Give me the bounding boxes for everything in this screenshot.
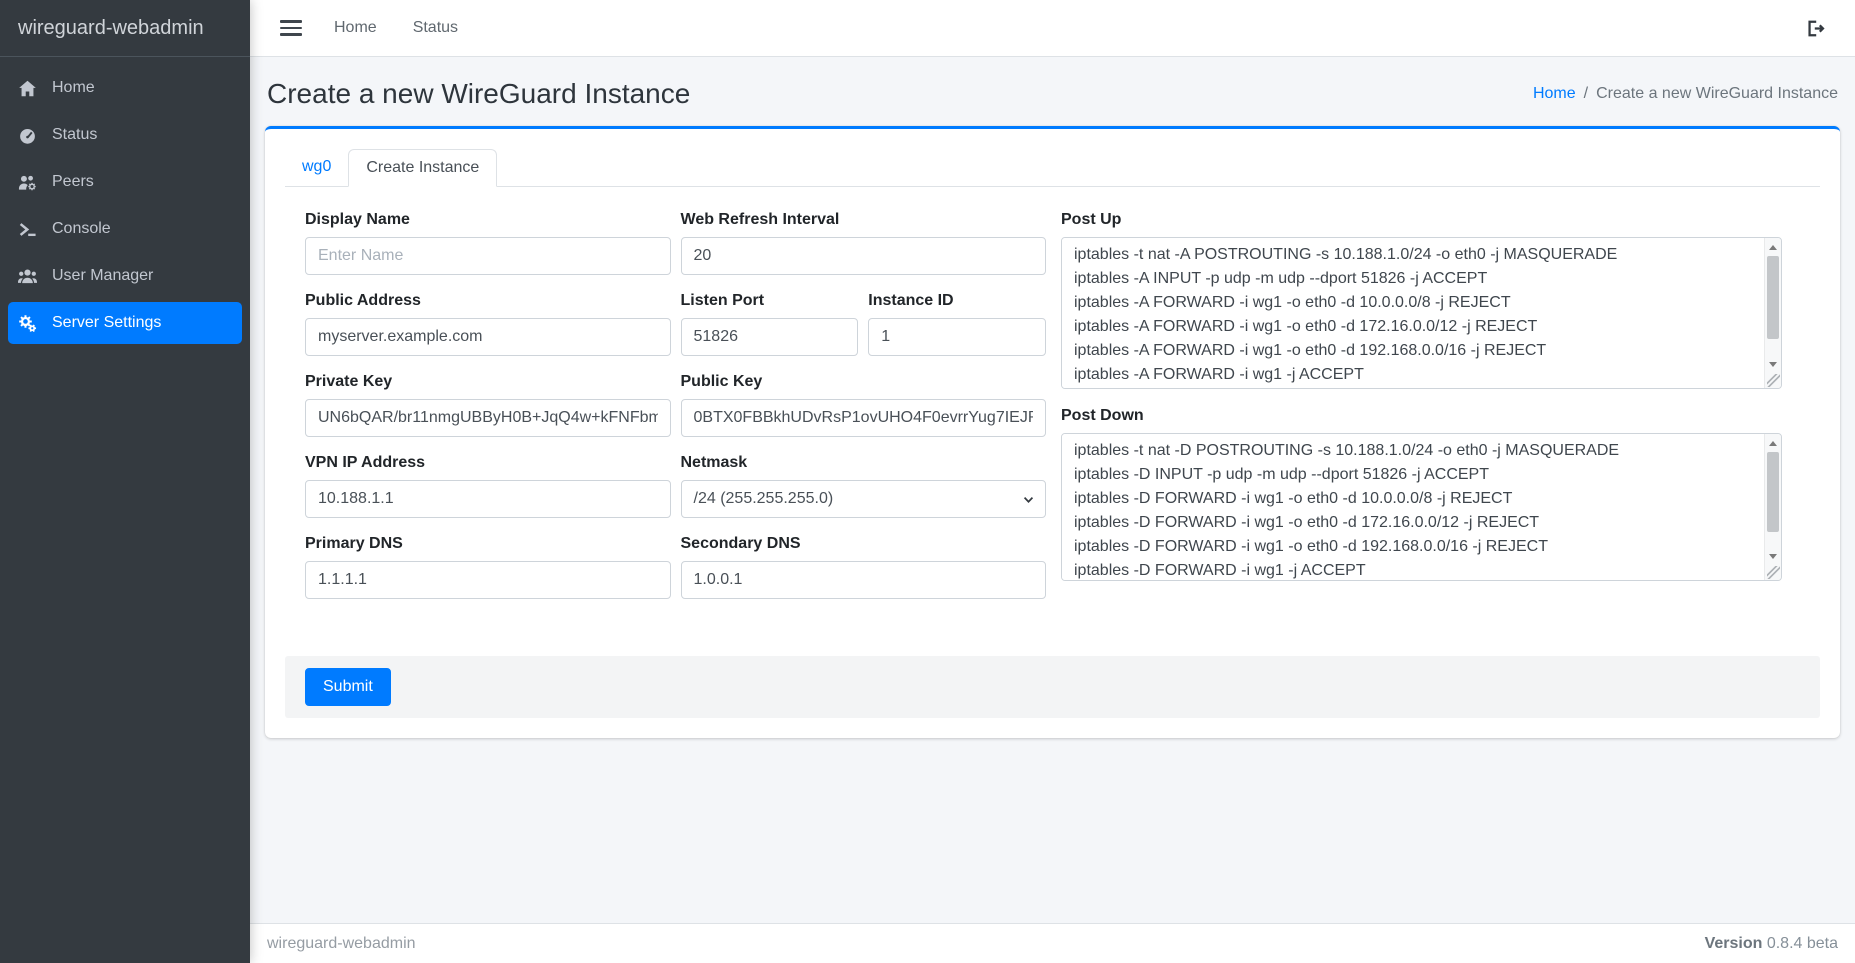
listen-port-field[interactable]: [681, 318, 859, 356]
content-area: Create a new WireGuard Instance Home / C…: [250, 57, 1855, 923]
scroll-up-arrow-icon[interactable]: [1765, 240, 1781, 255]
private-key-label: Private Key: [305, 373, 671, 391]
home-icon: [18, 79, 46, 98]
sidebar: wireguard-webadmin Home Status Peers Con…: [0, 0, 250, 963]
page-footer: wireguard-webadmin Version 0.8.4 beta: [250, 923, 1855, 963]
netmask-select[interactable]: /24 (255.255.255.0): [681, 480, 1047, 518]
breadcrumb-home-link[interactable]: Home: [1533, 85, 1576, 103]
sidebar-nav: Home Status Peers Console User Manager S…: [0, 57, 250, 354]
listen-port-label: Listen Port: [681, 292, 859, 310]
sidebar-item-server-settings[interactable]: Server Settings: [8, 302, 242, 344]
post-up-wrapper: iptables -t nat -A POSTROUTING -s 10.188…: [1061, 237, 1782, 389]
display-name-label: Display Name: [305, 211, 671, 229]
instance-card: wg0 Create Instance Display Name: [265, 126, 1840, 738]
primary-dns-label: Primary DNS: [305, 535, 671, 553]
post-down-textarea[interactable]: iptables -t nat -D POSTROUTING -s 10.188…: [1062, 434, 1763, 580]
sidebar-item-label: User Manager: [52, 267, 153, 285]
tab-create-instance[interactable]: Create Instance: [348, 149, 497, 187]
secondary-dns-field[interactable]: [681, 561, 1047, 599]
sidebar-item-label: Peers: [52, 173, 94, 191]
page-title: Create a new WireGuard Instance: [267, 78, 690, 110]
terminal-icon: [18, 220, 46, 239]
resize-handle[interactable]: [1767, 566, 1780, 579]
sidebar-item-label: Home: [52, 79, 95, 97]
instance-form: Display Name Web Refresh Interval: [285, 187, 1820, 616]
post-up-label: Post Up: [1061, 211, 1782, 229]
navbar-link-status[interactable]: Status: [399, 11, 472, 45]
top-navbar: Home Status: [250, 0, 1855, 57]
footer-brand: wireguard-webadmin: [267, 935, 416, 953]
navbar-link-home[interactable]: Home: [320, 11, 391, 45]
vpn-ip-field[interactable]: [305, 480, 671, 518]
breadcrumb: Home / Create a new WireGuard Instance: [1533, 85, 1838, 103]
display-name-field[interactable]: [305, 237, 671, 275]
main-area: Home Status Create a new WireGuard Insta…: [250, 0, 1855, 963]
scroll-down-arrow-icon[interactable]: [1765, 357, 1781, 372]
chevron-down-icon: [1021, 492, 1036, 507]
submit-button[interactable]: Submit: [305, 668, 391, 706]
footer-version-label: Version: [1705, 935, 1763, 952]
post-up-textarea[interactable]: iptables -t nat -A POSTROUTING -s 10.188…: [1062, 238, 1763, 388]
vpn-ip-label: VPN IP Address: [305, 454, 671, 472]
netmask-label: Netmask: [681, 454, 1047, 472]
secondary-dns-label: Secondary DNS: [681, 535, 1047, 553]
sidebar-toggle-icon[interactable]: [280, 16, 302, 40]
scroll-down-arrow-icon[interactable]: [1765, 549, 1781, 564]
web-refresh-interval-field[interactable]: [681, 237, 1047, 275]
cogs-icon: [18, 314, 46, 333]
gauge-icon: [18, 126, 46, 145]
peers-icon: [18, 173, 46, 192]
breadcrumb-current: Create a new WireGuard Instance: [1596, 85, 1838, 103]
app-window: wireguard-webadmin Home Status Peers Con…: [0, 0, 1855, 963]
instance-id-field[interactable]: [868, 318, 1046, 356]
public-address-label: Public Address: [305, 292, 671, 310]
sidebar-item-console[interactable]: Console: [8, 208, 242, 250]
sidebar-item-user-manager[interactable]: User Manager: [8, 255, 242, 297]
footer-version: Version 0.8.4 beta: [1705, 935, 1838, 953]
tab-wg0[interactable]: wg0: [285, 149, 348, 187]
sidebar-item-home[interactable]: Home: [8, 67, 242, 109]
post-up-scrollbar[interactable]: [1764, 238, 1781, 388]
post-down-scrollbar[interactable]: [1764, 434, 1781, 580]
post-down-label: Post Down: [1061, 407, 1782, 425]
post-down-wrapper: iptables -t nat -D POSTROUTING -s 10.188…: [1061, 433, 1782, 581]
sidebar-item-label: Status: [52, 126, 97, 144]
netmask-selected-value: /24 (255.255.255.0): [694, 490, 834, 508]
sidebar-item-label: Console: [52, 220, 111, 238]
users-icon: [18, 267, 46, 286]
public-key-label: Public Key: [681, 373, 1047, 391]
content-header: Create a new WireGuard Instance Home / C…: [265, 72, 1840, 126]
form-footer: Submit: [285, 656, 1820, 718]
sign-out-icon[interactable]: [1794, 13, 1837, 44]
resize-handle[interactable]: [1767, 374, 1780, 387]
public-key-field[interactable]: [681, 399, 1047, 437]
sidebar-item-peers[interactable]: Peers: [8, 161, 242, 203]
scrollbar-thumb[interactable]: [1767, 452, 1779, 532]
sidebar-item-label: Server Settings: [52, 314, 161, 332]
breadcrumb-separator: /: [1584, 85, 1588, 103]
scrollbar-thumb[interactable]: [1767, 256, 1779, 339]
private-key-field[interactable]: [305, 399, 671, 437]
primary-dns-field[interactable]: [305, 561, 671, 599]
scroll-up-arrow-icon[interactable]: [1765, 436, 1781, 451]
public-address-field[interactable]: [305, 318, 671, 356]
brand-link[interactable]: wireguard-webadmin: [0, 0, 250, 57]
web-refresh-interval-label: Web Refresh Interval: [681, 211, 1047, 229]
sidebar-item-status[interactable]: Status: [8, 114, 242, 156]
instance-id-label: Instance ID: [868, 292, 1046, 310]
footer-version-value: 0.8.4 beta: [1767, 935, 1838, 952]
instance-tabs: wg0 Create Instance: [285, 149, 1820, 187]
